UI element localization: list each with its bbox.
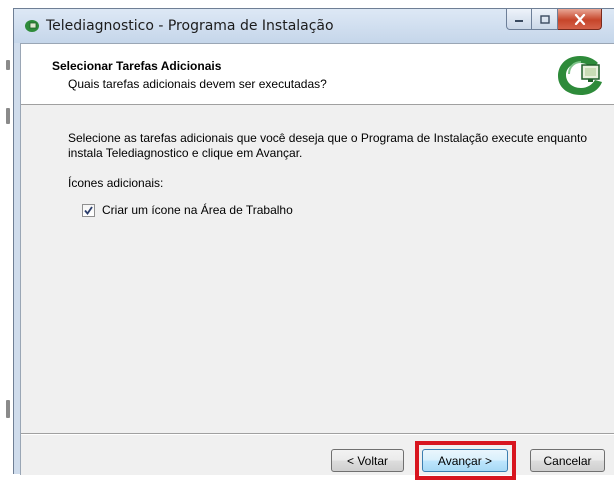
window-title: Telediagnostico - Programa de Instalação <box>46 18 334 34</box>
minimize-button[interactable] <box>506 9 532 30</box>
instruction-text: Selecione as tarefas adicionais que você… <box>68 131 588 160</box>
edge-mark <box>6 60 10 70</box>
background-window-edge <box>0 0 13 474</box>
caption-buttons <box>506 9 602 31</box>
close-button[interactable] <box>558 9 602 30</box>
page-subtitle: Quais tarefas adicionais devem ser execu… <box>68 77 327 91</box>
close-icon <box>574 13 585 25</box>
cancel-button[interactable]: Cancelar <box>530 449 605 472</box>
desktop-icon-checkbox-label[interactable]: Criar um ícone na Área de Trabalho <box>102 203 293 217</box>
edge-mark <box>6 108 10 124</box>
back-button[interactable]: < Voltar <box>331 449 404 472</box>
setup-logo-icon <box>558 56 602 95</box>
wizard-content: Selecione as tarefas adicionais que você… <box>21 105 614 435</box>
maximize-icon <box>539 14 550 24</box>
edge-mark <box>6 400 10 418</box>
setup-window: Telediagnostico - Programa de Instalação… <box>13 8 614 480</box>
wizard-client-area: Selecionar Tarefas Adicionais Quais tare… <box>20 43 614 480</box>
next-button[interactable]: Avançar > <box>422 449 508 472</box>
maximize-button[interactable] <box>532 9 558 30</box>
group-label: Ícones adicionais: <box>68 176 164 190</box>
minimize-icon <box>515 20 523 22</box>
task-checkbox-row[interactable]: Criar um ícone na Área de Trabalho <box>82 203 293 217</box>
app-icon[interactable] <box>24 18 40 34</box>
page-title: Selecionar Tarefas Adicionais <box>52 59 222 73</box>
desktop-icon-checkbox[interactable] <box>82 203 95 217</box>
checkmark-icon <box>84 205 93 215</box>
wizard-header: Selecionar Tarefas Adicionais Quais tare… <box>21 44 614 105</box>
title-bar[interactable]: Telediagnostico - Programa de Instalação <box>14 9 614 43</box>
button-separator <box>21 433 614 435</box>
